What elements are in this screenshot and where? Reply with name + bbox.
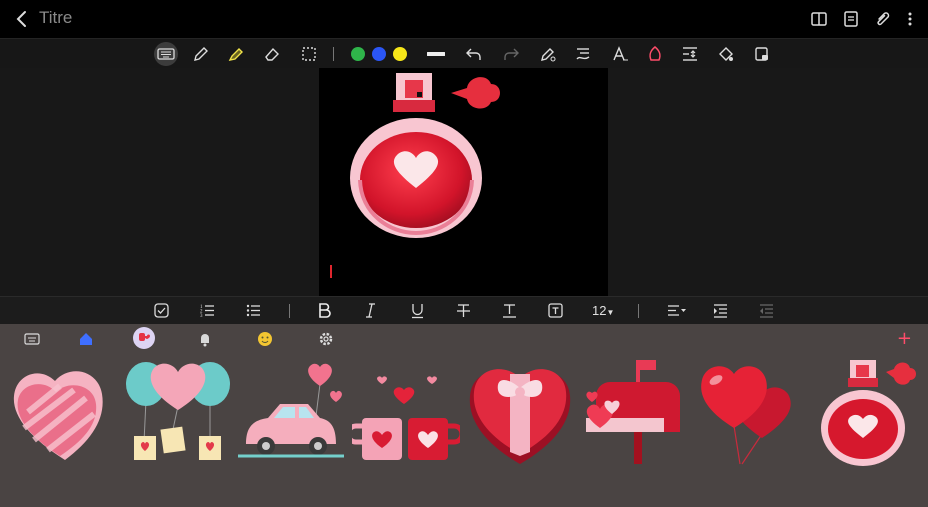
bullet-list-icon[interactable] [245, 302, 262, 319]
more-icon[interactable] [906, 10, 914, 28]
bell-tab-icon[interactable] [197, 331, 213, 347]
pink-car-sticker[interactable] [238, 356, 346, 468]
text-box-icon[interactable] [547, 302, 564, 319]
italic-icon[interactable] [362, 302, 379, 319]
pen-settings-icon[interactable] [539, 45, 557, 63]
heart-balloons-sticker[interactable] [124, 356, 232, 468]
align-icon[interactable] [667, 302, 687, 319]
book-icon[interactable] [810, 10, 828, 28]
text-cursor [330, 265, 332, 278]
eraser-icon[interactable] [263, 45, 281, 63]
handwriting-icon[interactable] [611, 45, 629, 63]
settings-tab-icon[interactable] [318, 331, 334, 347]
checkbox-icon[interactable] [153, 302, 170, 319]
emoji-tab-icon[interactable] [257, 331, 273, 347]
color-yellow[interactable] [393, 47, 407, 61]
toolbar-divider [333, 47, 334, 61]
format-divider [638, 304, 639, 318]
keyboard-tab-icon[interactable] [24, 331, 40, 347]
back-arrow-icon[interactable] [12, 9, 32, 29]
top-bar: Titre [0, 0, 928, 38]
svg-text:3: 3 [200, 314, 203, 319]
pen-icon[interactable] [192, 45, 210, 63]
color-green[interactable] [351, 47, 365, 61]
strikethrough-icon[interactable] [455, 302, 472, 319]
note-title[interactable]: Titre [39, 8, 72, 28]
home-tab-icon[interactable] [78, 331, 94, 347]
page-list-icon[interactable] [842, 10, 860, 28]
attach-icon[interactable] [874, 10, 892, 28]
shape-icon[interactable] [646, 45, 664, 63]
indent-icon[interactable] [712, 302, 729, 319]
stroke-width-icon[interactable] [426, 45, 446, 63]
mailbox-hearts-sticker[interactable] [580, 356, 688, 468]
underline-icon[interactable] [409, 302, 426, 319]
outdent-icon[interactable] [758, 302, 775, 319]
red-heart-balloons-sticker[interactable] [694, 356, 802, 468]
selection-icon[interactable] [300, 45, 318, 63]
lock-icon[interactable] [753, 45, 771, 63]
format-divider [289, 304, 290, 318]
fill-icon[interactable] [717, 45, 735, 63]
bold-icon[interactable] [316, 302, 333, 319]
numbered-list-icon[interactable]: 123 [199, 302, 216, 319]
redo-icon[interactable] [502, 45, 520, 63]
highlighter-icon[interactable] [227, 45, 245, 63]
perfume-bottle-drawing[interactable] [319, 68, 608, 296]
perfume-bottle-sticker[interactable] [814, 356, 924, 468]
heart-mugs-sticker[interactable] [352, 356, 460, 468]
text-style-icon[interactable] [574, 45, 592, 63]
drawing-toolbar [0, 38, 928, 68]
note-canvas[interactable] [0, 68, 928, 296]
sticker-tabs: + [0, 324, 928, 354]
valentine-tab-icon[interactable] [133, 327, 155, 349]
pink-heart-sticker[interactable] [10, 356, 120, 466]
color-blue[interactable] [372, 47, 386, 61]
chevron-down-icon: ▼ [606, 308, 615, 317]
text-color-icon[interactable] [501, 302, 518, 319]
note-page[interactable] [319, 68, 608, 296]
format-bar: 123 12▼ [0, 296, 928, 324]
font-size-value: 12 [592, 303, 607, 318]
undo-icon[interactable] [465, 45, 483, 63]
insert-space-icon[interactable] [681, 45, 699, 63]
font-size-select[interactable]: 12▼ [592, 303, 614, 318]
sticker-panel: + [0, 324, 928, 507]
keyboard-icon[interactable] [154, 42, 178, 66]
heart-gift-box-sticker[interactable] [466, 356, 574, 468]
add-sticker-button[interactable]: + [897, 330, 912, 348]
